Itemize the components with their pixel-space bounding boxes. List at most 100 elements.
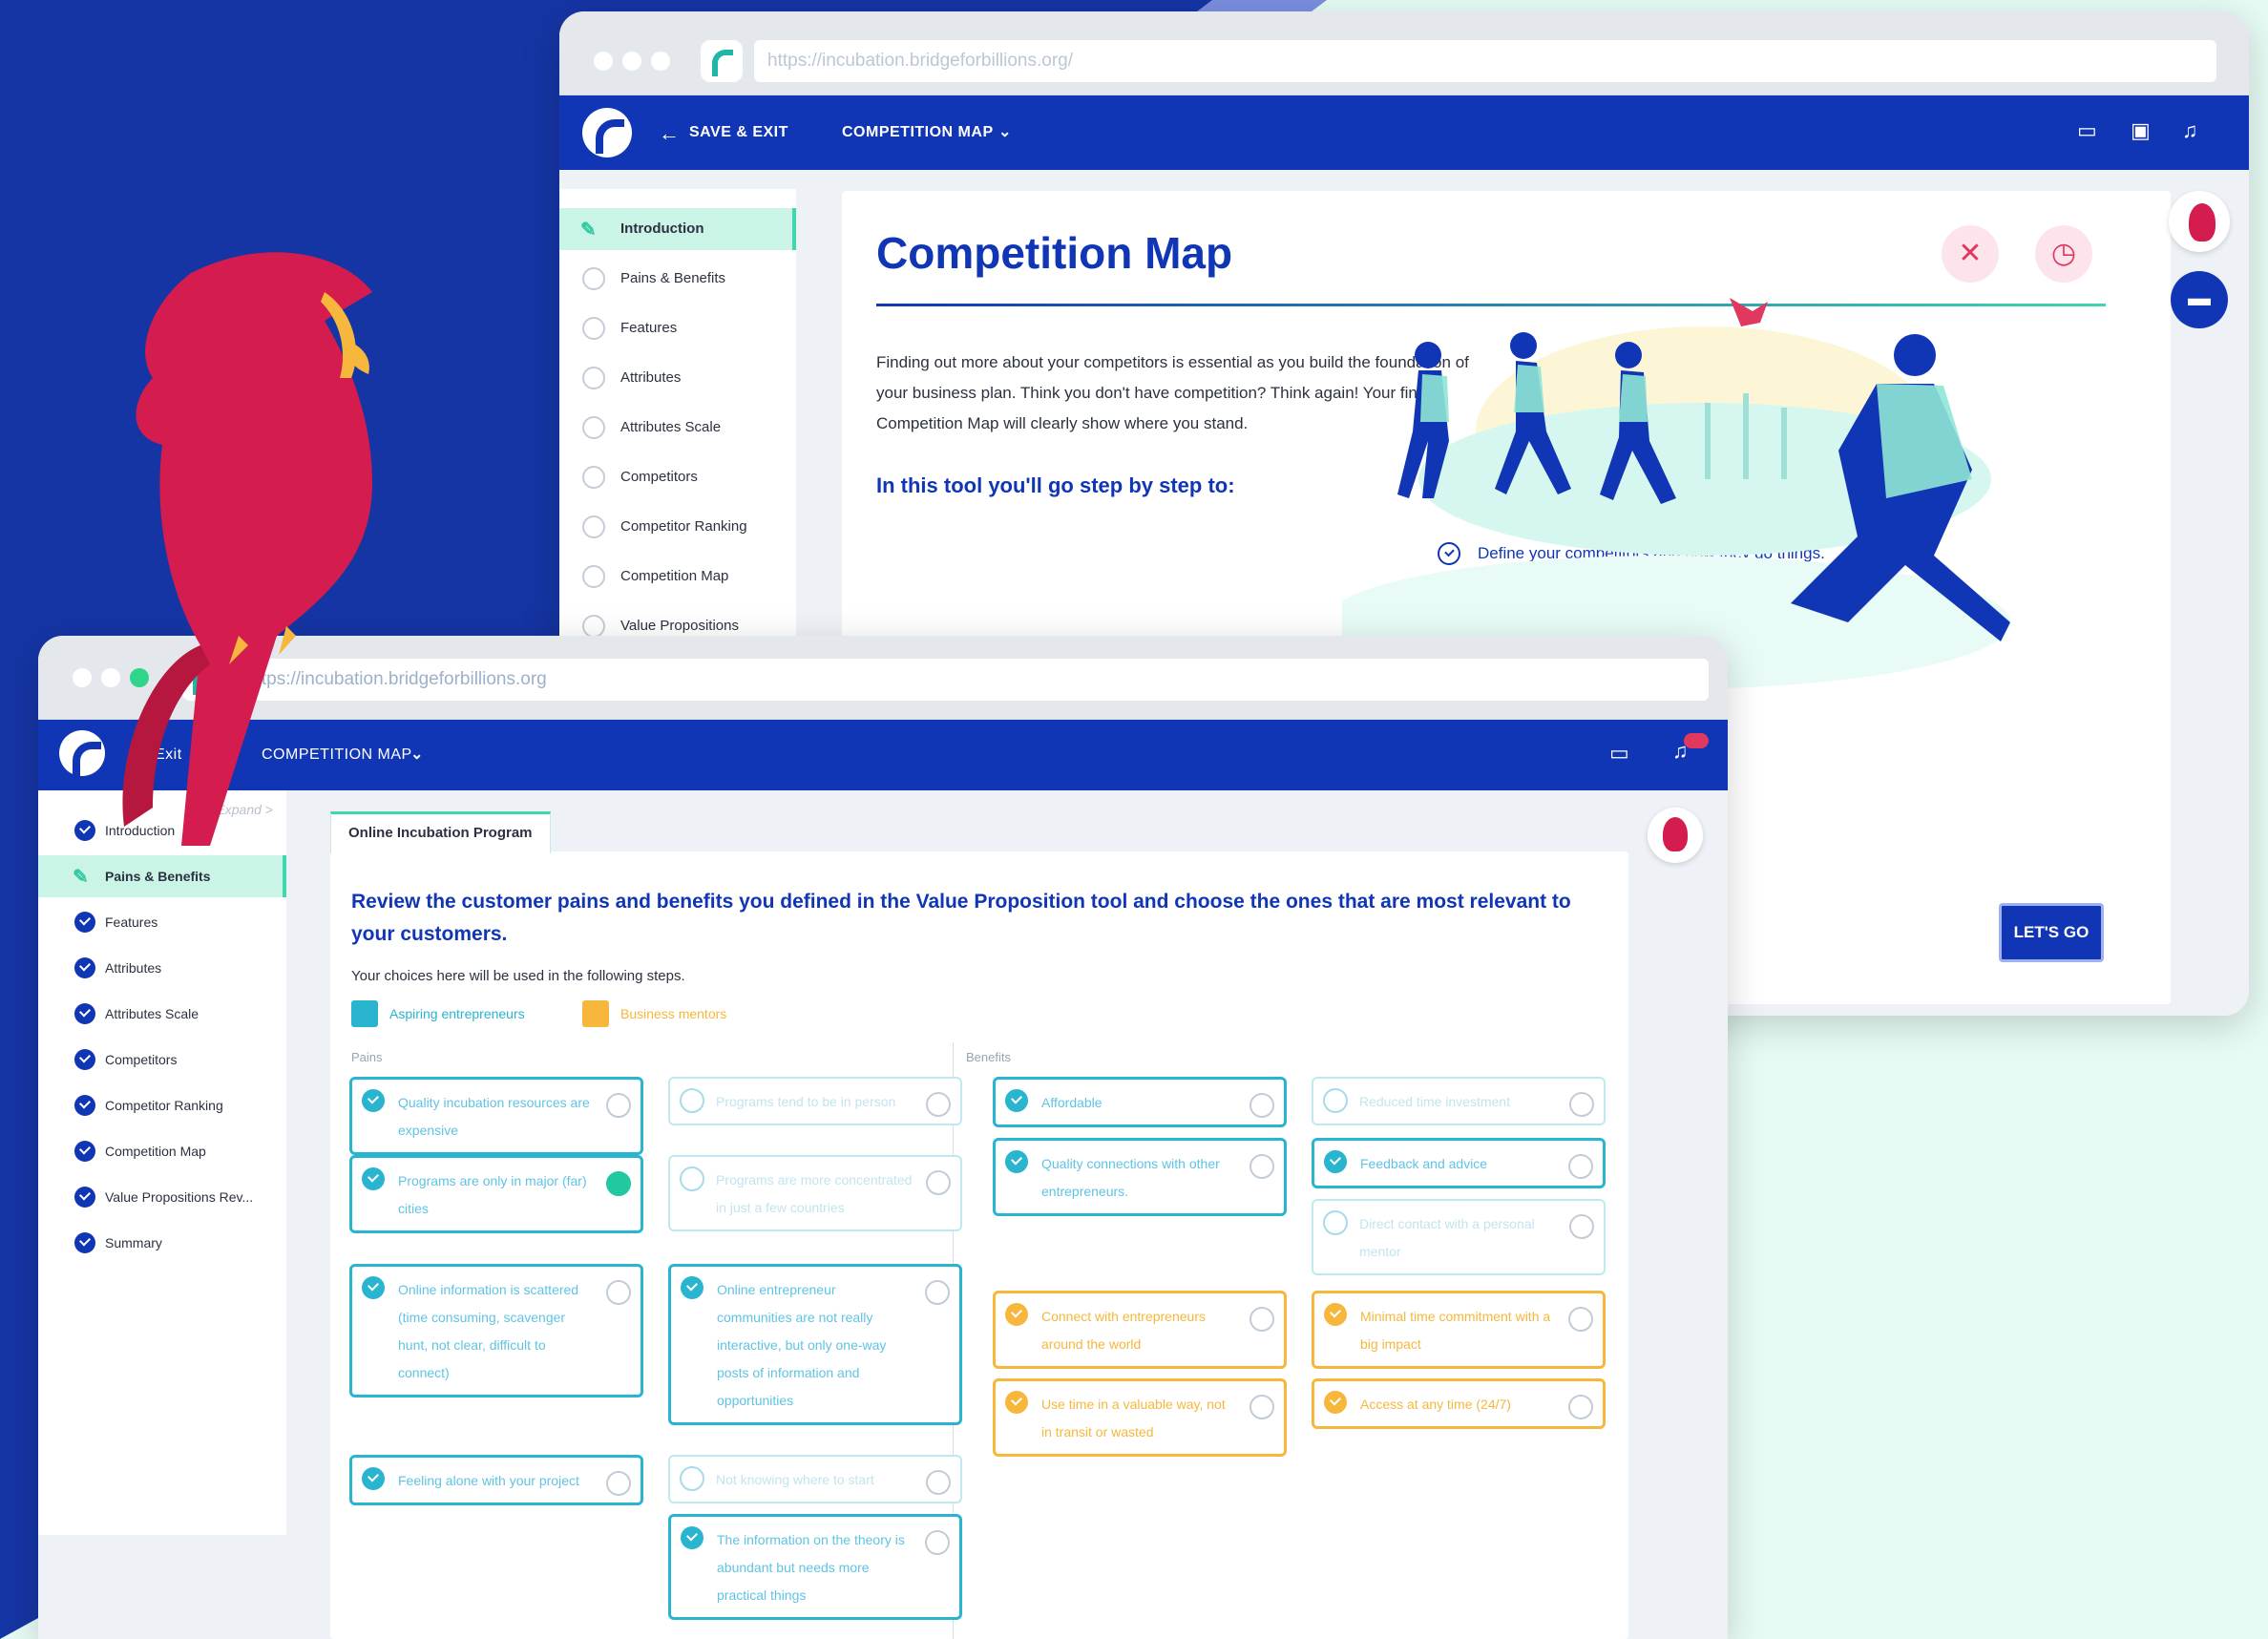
window-dot[interactable]	[594, 52, 613, 71]
chat-icon[interactable]: ▬	[2171, 271, 2228, 328]
comment-bubble-icon[interactable]	[925, 1280, 950, 1305]
window-dot[interactable]	[651, 52, 670, 71]
checked-icon[interactable]	[1324, 1150, 1347, 1173]
comment-bubble-icon[interactable]	[1250, 1154, 1274, 1179]
chevron-down-icon[interactable]: ⌄	[998, 122, 1012, 141]
sidebar-item[interactable]: Competitor Ranking	[38, 1084, 286, 1126]
comment-bubble-icon[interactable]	[1250, 1307, 1274, 1332]
comment-bubble-icon[interactable]	[1569, 1092, 1594, 1117]
sidebar-item-label: Attributes Scale	[105, 1006, 200, 1021]
comment-bubble-icon[interactable]	[926, 1092, 951, 1117]
option-card[interactable]: Feedback and advice	[1312, 1138, 1606, 1188]
checked-icon[interactable]	[681, 1276, 704, 1299]
comment-bubble-icon[interactable]	[606, 1280, 631, 1305]
clock-icon[interactable]: ◷	[2035, 225, 2092, 283]
sidebar-item[interactable]: Competition Map	[38, 1130, 286, 1172]
sidebar-item[interactable]: Competitors	[559, 456, 796, 498]
option-card[interactable]: Programs are only in major (far) cities	[349, 1155, 643, 1233]
comment-bubble-icon[interactable]	[1250, 1395, 1274, 1419]
checked-icon[interactable]	[1324, 1303, 1347, 1326]
option-card[interactable]: Programs are more concentrated in just a…	[668, 1155, 962, 1231]
document-icon[interactable]: ▣	[2131, 118, 2151, 143]
avatar[interactable]	[1648, 808, 1703, 863]
option-card[interactable]: Online information is scattered (time co…	[349, 1264, 643, 1397]
sidebar-item[interactable]: ✎ Pains & Benefits	[38, 855, 286, 897]
comment-bubble-icon[interactable]	[1250, 1093, 1274, 1118]
sidebar-item-label: Summary	[105, 1235, 162, 1250]
option-card[interactable]: Affordable	[993, 1077, 1287, 1127]
comment-bubble-icon[interactable]	[926, 1170, 951, 1195]
option-card[interactable]: Direct contact with a personal mentor	[1312, 1199, 1606, 1275]
pains-label: Pains	[351, 1050, 383, 1064]
sidebar-item[interactable]: Competitor Ranking	[559, 506, 796, 548]
tools-icon[interactable]: ✕	[1942, 225, 1999, 283]
comment-bubble-icon[interactable]	[1568, 1154, 1593, 1179]
option-card[interactable]: Connect with entrepreneurs around the wo…	[993, 1291, 1287, 1369]
sidebar-item[interactable]: Attributes Scale	[559, 407, 796, 449]
option-card[interactable]: Online entrepreneur communities are not …	[668, 1264, 962, 1425]
checked-icon[interactable]	[1005, 1391, 1028, 1414]
option-text: Use time in a valuable way, not in trans…	[1041, 1397, 1226, 1439]
sidebar-item[interactable]: Attributes	[38, 947, 286, 989]
checked-icon[interactable]	[681, 1526, 704, 1549]
option-card[interactable]: Not knowing where to start	[668, 1455, 962, 1503]
sidebar-item[interactable]: Summary	[38, 1222, 286, 1264]
option-card[interactable]: Programs tend to be in person	[668, 1077, 962, 1125]
option-card[interactable]: Quality incubation resources are expensi…	[349, 1077, 643, 1155]
sidebar-item[interactable]: Attributes	[559, 357, 796, 399]
unchecked-circle-icon[interactable]	[680, 1088, 704, 1113]
unchecked-circle-icon[interactable]	[680, 1166, 704, 1191]
option-card[interactable]: Quality connections with other entrepren…	[993, 1138, 1287, 1216]
sidebar-item[interactable]: Competitors	[38, 1039, 286, 1081]
option-card[interactable]: The information on the theory is abundan…	[668, 1514, 962, 1620]
lets-go-button[interactable]: LET'S GO	[1999, 903, 2104, 962]
option-card[interactable]: Minimal time commitment with a big impac…	[1312, 1291, 1606, 1369]
comment-bubble-icon[interactable]	[1568, 1307, 1593, 1332]
check-icon	[74, 1232, 95, 1253]
unchecked-circle-icon[interactable]	[680, 1466, 704, 1491]
checked-icon[interactable]	[362, 1467, 385, 1490]
comment-bubble-icon[interactable]	[925, 1530, 950, 1555]
url-bar[interactable]: https://incubation.bridgeforbillions.org…	[754, 40, 2216, 82]
comment-bubble-icon[interactable]	[606, 1471, 631, 1496]
checked-icon[interactable]	[1324, 1391, 1347, 1414]
comment-bubble-icon[interactable]	[606, 1093, 631, 1118]
comment-bubble-icon[interactable]	[1569, 1214, 1594, 1239]
app-logo-icon[interactable]	[582, 108, 632, 158]
bell-icon[interactable]: ♫	[2182, 118, 2198, 143]
checked-icon[interactable]	[1005, 1089, 1028, 1112]
sidebar-item[interactable]: Value Propositions Rev...	[38, 1176, 286, 1218]
legend-swatch	[351, 1000, 378, 1027]
back-arrow-icon[interactable]: ←	[659, 121, 681, 146]
comment-bubble-icon[interactable]	[926, 1470, 951, 1495]
sidebar-item[interactable]: Attributes Scale	[38, 993, 286, 1035]
sidebar-item[interactable]: Pains & Benefits	[559, 258, 796, 300]
url-bar[interactable]: https://incubation.bridgeforbillions.org	[233, 659, 1709, 701]
avatar[interactable]	[2169, 191, 2230, 252]
option-text: Online information is scattered (time co…	[398, 1282, 579, 1380]
video-icon[interactable]: ▭	[1609, 741, 1629, 766]
comment-bubble-icon[interactable]	[1568, 1395, 1593, 1419]
steps-heading: In this tool you'll go step by step to:	[876, 473, 1235, 497]
sidebar-item[interactable]: Competition Map	[559, 556, 796, 598]
save-exit-button[interactable]: SAVE & EXIT	[689, 124, 788, 141]
checked-icon[interactable]	[362, 1167, 385, 1190]
checked-icon[interactable]	[1005, 1150, 1028, 1173]
comment-bubble-icon[interactable]	[606, 1171, 631, 1196]
sidebar-item[interactable]: Features	[559, 307, 796, 349]
sidebar-item[interactable]: ✎ Introduction	[559, 208, 796, 250]
checked-icon[interactable]	[362, 1089, 385, 1112]
option-card[interactable]: Use time in a valuable way, not in trans…	[993, 1378, 1287, 1457]
checked-icon[interactable]	[362, 1276, 385, 1299]
option-card[interactable]: Access at any time (24/7)	[1312, 1378, 1606, 1429]
unchecked-circle-icon[interactable]	[1323, 1210, 1348, 1235]
unchecked-circle-icon[interactable]	[1323, 1088, 1348, 1113]
sidebar-item[interactable]: Features	[38, 901, 286, 943]
window-dot[interactable]	[622, 52, 641, 71]
heading: Review the customer pains and benefits y…	[351, 891, 1571, 945]
option-card[interactable]: Feeling alone with your project	[349, 1455, 643, 1505]
option-card[interactable]: Reduced time investment	[1312, 1077, 1606, 1125]
module-dropdown[interactable]: COMPETITION MAP	[842, 124, 994, 141]
video-icon[interactable]: ▭	[2077, 118, 2097, 143]
checked-icon[interactable]	[1005, 1303, 1028, 1326]
